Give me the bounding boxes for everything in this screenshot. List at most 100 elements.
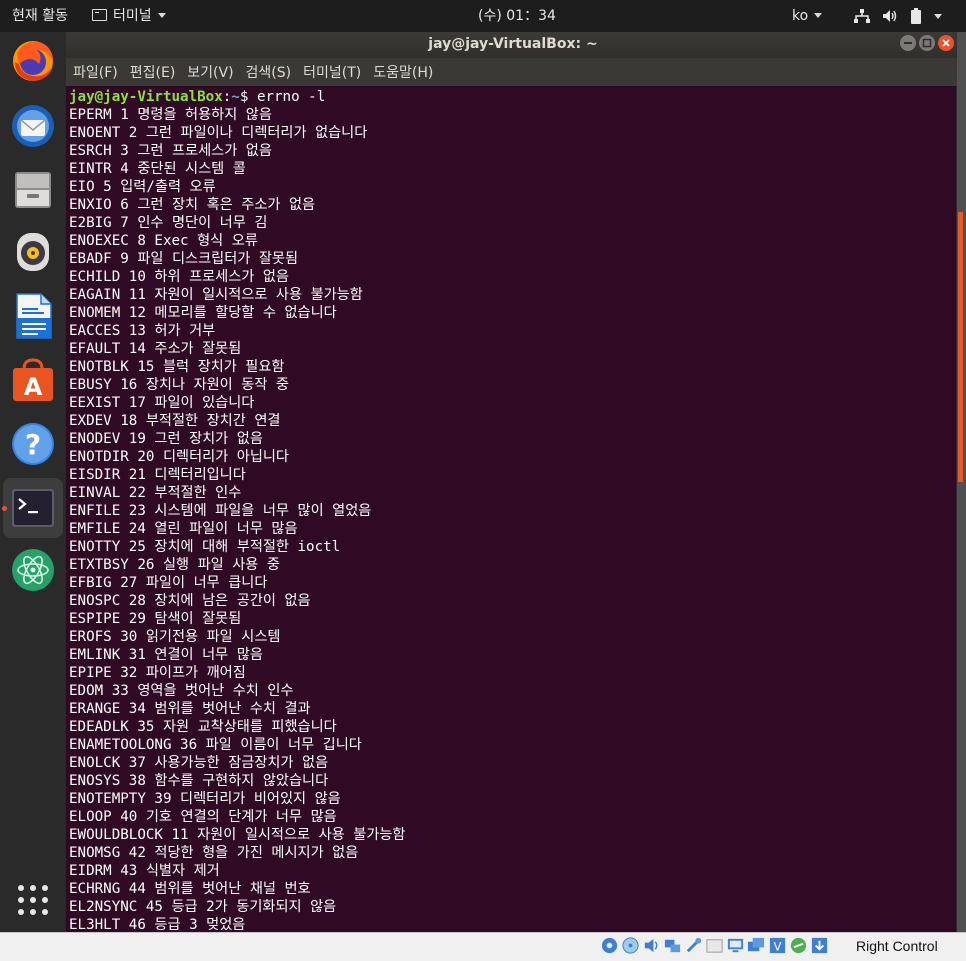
output-line: ECHILD 10 하위 프로세스가 없음 [69, 269, 289, 285]
keyboard-capture-icon[interactable] [810, 936, 829, 955]
output-line: ENOSYS 38 함수를 구현하지 않았습니다 [69, 773, 329, 789]
dock-rhythmbox[interactable] [9, 228, 57, 276]
output-line: EXDEV 18 부적절한 장치간 연결 [69, 413, 281, 429]
app-menu[interactable]: 터미널 [92, 0, 166, 32]
battery-icon [910, 8, 922, 24]
window-titlebar[interactable]: jay@jay-VirtualBox: ~ [66, 32, 960, 58]
video-capture-icon[interactable] [747, 936, 766, 955]
menu-help[interactable]: 도움말(H) [367, 62, 439, 82]
svg-text:V: V [774, 939, 782, 953]
activities-button[interactable]: 현재 활동 [12, 0, 68, 32]
audio-icon[interactable] [642, 936, 661, 955]
mouse-integration-icon[interactable] [789, 936, 808, 955]
input-language[interactable]: ko [792, 0, 823, 32]
system-tray[interactable] [854, 0, 942, 32]
dock-thunderbird[interactable] [9, 102, 57, 150]
shared-folder-icon[interactable] [705, 936, 724, 955]
output-line: ESPIPE 29 탐색이 잘못됨 [69, 611, 242, 627]
thunderbird-icon [12, 105, 54, 147]
output-line: EFAULT 14 주소가 잘못됨 [69, 341, 242, 357]
svg-text:?: ? [25, 428, 41, 461]
volume-icon [882, 9, 898, 23]
output-line: EL2NSYNC 45 등급 2가 동기화되지 않음 [69, 899, 337, 915]
output-line: ENOMSG 42 적당한 형을 가진 메시지가 없음 [69, 845, 359, 861]
window-controls [900, 35, 954, 51]
output-line: E2BIG 7 인수 명단이 너무 김 [69, 215, 268, 231]
output-line: ENAMETOOLONG 36 파일 이름이 너무 깁니다 [69, 737, 362, 753]
output-line: ENOTDIR 20 디렉터리가 아닙니다 [69, 449, 289, 465]
output-line: ENOLCK 37 사용가능한 잠금장치가 없음 [69, 755, 329, 771]
output-line: ENXIO 6 그런 장치 혹은 주소가 없음 [69, 197, 316, 213]
terminal-icon [92, 9, 107, 21]
optical-drive-icon[interactable] [621, 936, 640, 955]
chevron-down-icon [934, 13, 942, 19]
dock-atom[interactable] [9, 546, 57, 594]
output-line: ENOMEM 12 메모리를 할당할 수 없습니다 [69, 305, 337, 321]
network-adapter-icon[interactable] [663, 936, 682, 955]
output-line: EINVAL 22 부적절한 인수 [69, 485, 242, 501]
output-line: EFBIG 27 파일이 너무 큽니다 [69, 575, 268, 591]
maximize-button[interactable] [919, 35, 935, 51]
usb-icon[interactable] [684, 936, 703, 955]
output-block: EPERM 1 명령을 허용하지 않음 ENOENT 2 그런 파일이나 디렉터리… [69, 106, 406, 932]
command-text: errno -l [256, 89, 326, 105]
menu-terminal[interactable]: 터미널(T) [297, 62, 367, 82]
menu-file[interactable]: 파일(F) [66, 62, 124, 82]
help-icon: ? [12, 423, 54, 465]
language-label: ko [792, 8, 809, 24]
minimize-button[interactable] [900, 35, 916, 51]
host-key-label: Right Control [856, 938, 938, 954]
output-line: ENOENT 2 그런 파일이나 디렉터리가 없습니다 [69, 125, 368, 141]
scrollbar-thumb[interactable] [958, 212, 963, 482]
display-icon[interactable] [726, 936, 745, 955]
menu-edit[interactable]: 편집(E) [124, 62, 182, 82]
status-icons: V [600, 936, 829, 955]
menu-view[interactable]: 보기(V) [181, 62, 239, 82]
output-line: EDEADLK 35 자원 교착상태를 피했습니다 [69, 719, 337, 735]
terminal-output[interactable]: jay@jay-VirtualBox:~$ errno -l EPERM 1 명령… [66, 86, 956, 932]
output-line: EBUSY 16 장치나 자원이 동작 중 [69, 377, 289, 393]
virtualbox-statusbar: V Right Control [0, 932, 966, 961]
output-line: ENOTTY 25 장치에 대해 부적절한 ioctl [69, 539, 341, 555]
output-line: EMLINK 31 연결이 너무 많음 [69, 647, 263, 663]
prompt-path: ~ [231, 89, 240, 105]
svg-text:A: A [24, 373, 43, 401]
output-line: EINTR 4 중단된 시스템 콜 [69, 161, 246, 177]
menu-search[interactable]: 검색(S) [240, 62, 298, 82]
output-line: EWOULDBLOCK 11 자원이 일시적으로 사용 불가능함 [69, 827, 406, 843]
dock-terminal[interactable] [3, 478, 63, 538]
clock[interactable]: (수) 01：34 [478, 0, 556, 32]
output-line: EROFS 30 읽기전용 파일 시스템 [69, 629, 281, 645]
output-line: ENOTEMPTY 39 디렉터리가 비어있지 않음 [69, 791, 341, 807]
show-applications-button[interactable] [9, 876, 57, 924]
dock-help[interactable]: ? [9, 420, 57, 468]
terminal-lines: jay@jay-VirtualBox:~$ errno -l EPERM 1 명령… [69, 88, 406, 932]
running-indicator [2, 506, 7, 511]
output-line: EPIPE 32 파이프가 깨어짐 [69, 665, 246, 681]
output-line: ENOEXEC 8 Exec 형식 오류 [69, 233, 258, 249]
hard-disk-icon[interactable] [600, 936, 619, 955]
close-button[interactable] [938, 35, 954, 51]
dock-software[interactable]: A [9, 356, 57, 404]
output-line: EEXIST 17 파일이 있습니다 [69, 395, 255, 411]
output-line: EIO 5 입력/출력 오류 [69, 179, 216, 195]
top-panel: 현재 활동 터미널 (수) 01：34 ko [0, 0, 966, 32]
output-line: ENOTBLK 15 블럭 장치가 필요함 [69, 359, 285, 375]
output-line: ENFILE 23 시스템에 파일을 너무 많이 열었음 [69, 503, 372, 519]
dock-firefox[interactable] [9, 36, 57, 84]
app-grid-icon [18, 885, 48, 915]
prompt-separator: : [222, 89, 232, 105]
dock-writer[interactable] [9, 292, 57, 340]
dock: A ? [0, 32, 66, 932]
dock-files[interactable] [9, 166, 57, 214]
network-icon [854, 9, 870, 23]
output-line: EAGAIN 11 자원이 일시적으로 사용 불가능함 [69, 287, 363, 303]
firefox-icon [13, 41, 53, 81]
maximize-icon [922, 38, 932, 48]
scrollbar[interactable] [957, 32, 966, 932]
prompt-user: jay@jay-VirtualBox [69, 89, 223, 105]
atom-icon [12, 549, 54, 591]
output-line: EPERM 1 명령을 허용하지 않음 [69, 107, 272, 123]
close-icon [942, 39, 950, 47]
virtualization-icon[interactable]: V [768, 936, 787, 955]
